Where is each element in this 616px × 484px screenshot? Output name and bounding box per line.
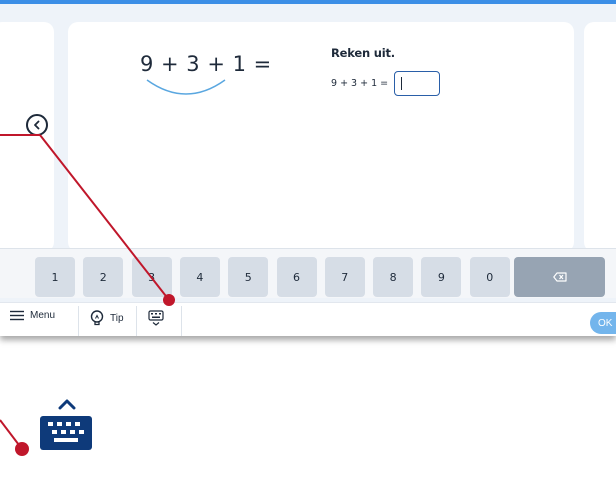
key-7[interactable]: 7	[324, 257, 365, 297]
grouping-arc	[146, 79, 226, 95]
ok-label: OK	[598, 317, 613, 329]
toolbar-divider	[181, 306, 182, 336]
answer-input[interactable]	[394, 71, 440, 96]
tip-label: Tip	[110, 313, 124, 324]
chevron-left-icon	[34, 120, 40, 130]
key-1[interactable]: 1	[35, 257, 75, 297]
keyboard-icon	[40, 416, 92, 450]
previous-button[interactable]	[26, 114, 48, 136]
ok-button[interactable]: OK	[590, 312, 616, 334]
menu-button[interactable]: Menu	[10, 310, 55, 321]
exercise-equation: 9 + 3 + 1 =	[140, 52, 272, 76]
lightbulb-icon	[90, 310, 104, 326]
hamburger-icon	[10, 310, 24, 321]
keyboard-icon	[148, 310, 164, 326]
instruction-text: Reken uit.	[331, 46, 395, 60]
key-5[interactable]: 5	[228, 257, 269, 297]
text-caret	[401, 77, 402, 90]
key-4[interactable]: 4	[179, 257, 220, 297]
backspace-button[interactable]	[514, 257, 605, 297]
callout-line	[0, 419, 23, 450]
answer-equation: 9 + 3 + 1 =	[331, 78, 389, 89]
key-0[interactable]: 0	[469, 257, 510, 297]
menu-label: Menu	[30, 310, 56, 321]
key-2[interactable]: 2	[83, 257, 124, 297]
toolbar-divider	[78, 306, 79, 336]
app-window: 9 + 3 + 1 = Reken uit. 9 + 3 + 1 = 12345…	[0, 0, 616, 336]
previous-card[interactable]	[0, 22, 54, 252]
key-6[interactable]: 6	[276, 257, 317, 297]
tip-button[interactable]: Tip	[90, 310, 124, 327]
next-card[interactable]	[584, 22, 616, 252]
backspace-icon	[552, 272, 567, 282]
toolbar-divider	[136, 306, 137, 336]
key-3[interactable]: 3	[131, 257, 172, 297]
key-9[interactable]: 9	[421, 257, 462, 297]
keyboard-toggle-button[interactable]	[148, 310, 164, 327]
callout-dot	[15, 442, 29, 456]
key-8[interactable]: 8	[373, 257, 414, 297]
